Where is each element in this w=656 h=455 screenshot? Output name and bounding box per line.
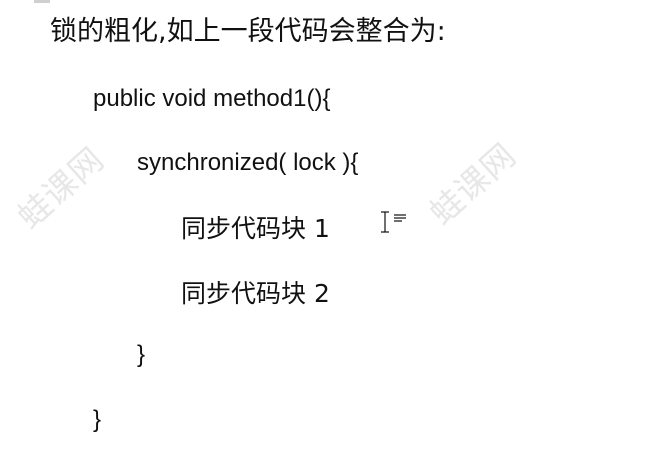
watermark-left: 蛙课网 — [9, 139, 112, 237]
code-line-sync-block-2: 同步代码块 2 — [181, 279, 330, 308]
watermark-right: 蛙课网 — [421, 135, 524, 233]
code-line-outer-close-brace: } — [93, 406, 102, 433]
page-top-mark — [34, 0, 50, 3]
code-line-sync-block-1: 同步代码块 1 — [181, 214, 330, 243]
text-cursor-icon — [381, 211, 406, 233]
code-line-method-signature: public void method1(){ — [93, 85, 331, 112]
code-line-synchronized-block: synchronized( lock ){ — [137, 149, 359, 176]
code-line-inner-close-brace: } — [137, 341, 146, 368]
document-heading: 锁的粗化,如上一段代码会整合为: — [50, 16, 446, 47]
